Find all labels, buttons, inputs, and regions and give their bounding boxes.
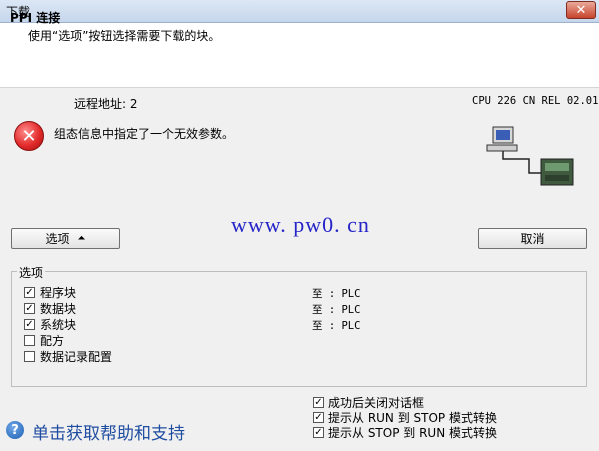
data-log-config-checkbox[interactable] <box>24 351 35 362</box>
instruction-text: 使用“选项”按钮选择需要下载的块。 <box>28 29 221 43</box>
data-log-config-label: 数据记录配置 <box>40 350 113 364</box>
close-on-success-checkbox[interactable]: ✓ <box>313 397 324 408</box>
close-button[interactable]: ✕ <box>566 1 596 19</box>
stop-to-run-prompt-checkbox[interactable]: ✓ <box>313 427 324 438</box>
title-bar <box>0 0 599 23</box>
program-block-target: 至 : PLC <box>312 288 361 300</box>
options-legend: 选项 <box>17 264 46 281</box>
run-to-stop-prompt-checkbox[interactable]: ✓ <box>313 412 324 423</box>
cpu-info: CPU 226 CN REL 02.01 <box>472 95 599 107</box>
chevron-up-icon: ⏶ <box>77 233 86 244</box>
close-icon: ✕ <box>575 2 587 18</box>
cancel-button[interactable]: 取消 <box>478 228 587 249</box>
program-block-label: 程序块 <box>40 286 77 300</box>
network-connection-icon <box>486 126 574 186</box>
error-icon: ✕ <box>14 121 44 151</box>
recipe-checkbox[interactable] <box>24 335 35 346</box>
system-block-target: 至 : PLC <box>312 320 361 332</box>
data-block-target: 至 : PLC <box>312 304 361 316</box>
recipe-label: 配方 <box>40 334 65 348</box>
data-block-label: 数据块 <box>40 302 77 316</box>
data-block-checkbox[interactable]: ✓ <box>24 303 35 314</box>
help-link[interactable]: 单击获取帮助和支持 <box>32 419 185 444</box>
connection-title: PPI 连接 <box>10 11 61 25</box>
system-block-label: 系统块 <box>40 318 77 332</box>
help-icon[interactable]: ? <box>6 421 24 439</box>
watermark-text: www. pw0. cn <box>231 212 370 237</box>
options-button[interactable]: 选项 ⏶ <box>11 228 120 249</box>
program-block-checkbox[interactable]: ✓ <box>24 287 35 298</box>
stop-to-run-prompt-label: 提示从 STOP 到 RUN 模式转换 <box>328 426 497 440</box>
remote-address: 远程地址: 2 <box>74 97 138 111</box>
options-groupbox <box>11 271 587 387</box>
system-block-checkbox[interactable]: ✓ <box>24 319 35 330</box>
error-message: 组态信息中指定了一个无效参数。 <box>54 127 235 141</box>
